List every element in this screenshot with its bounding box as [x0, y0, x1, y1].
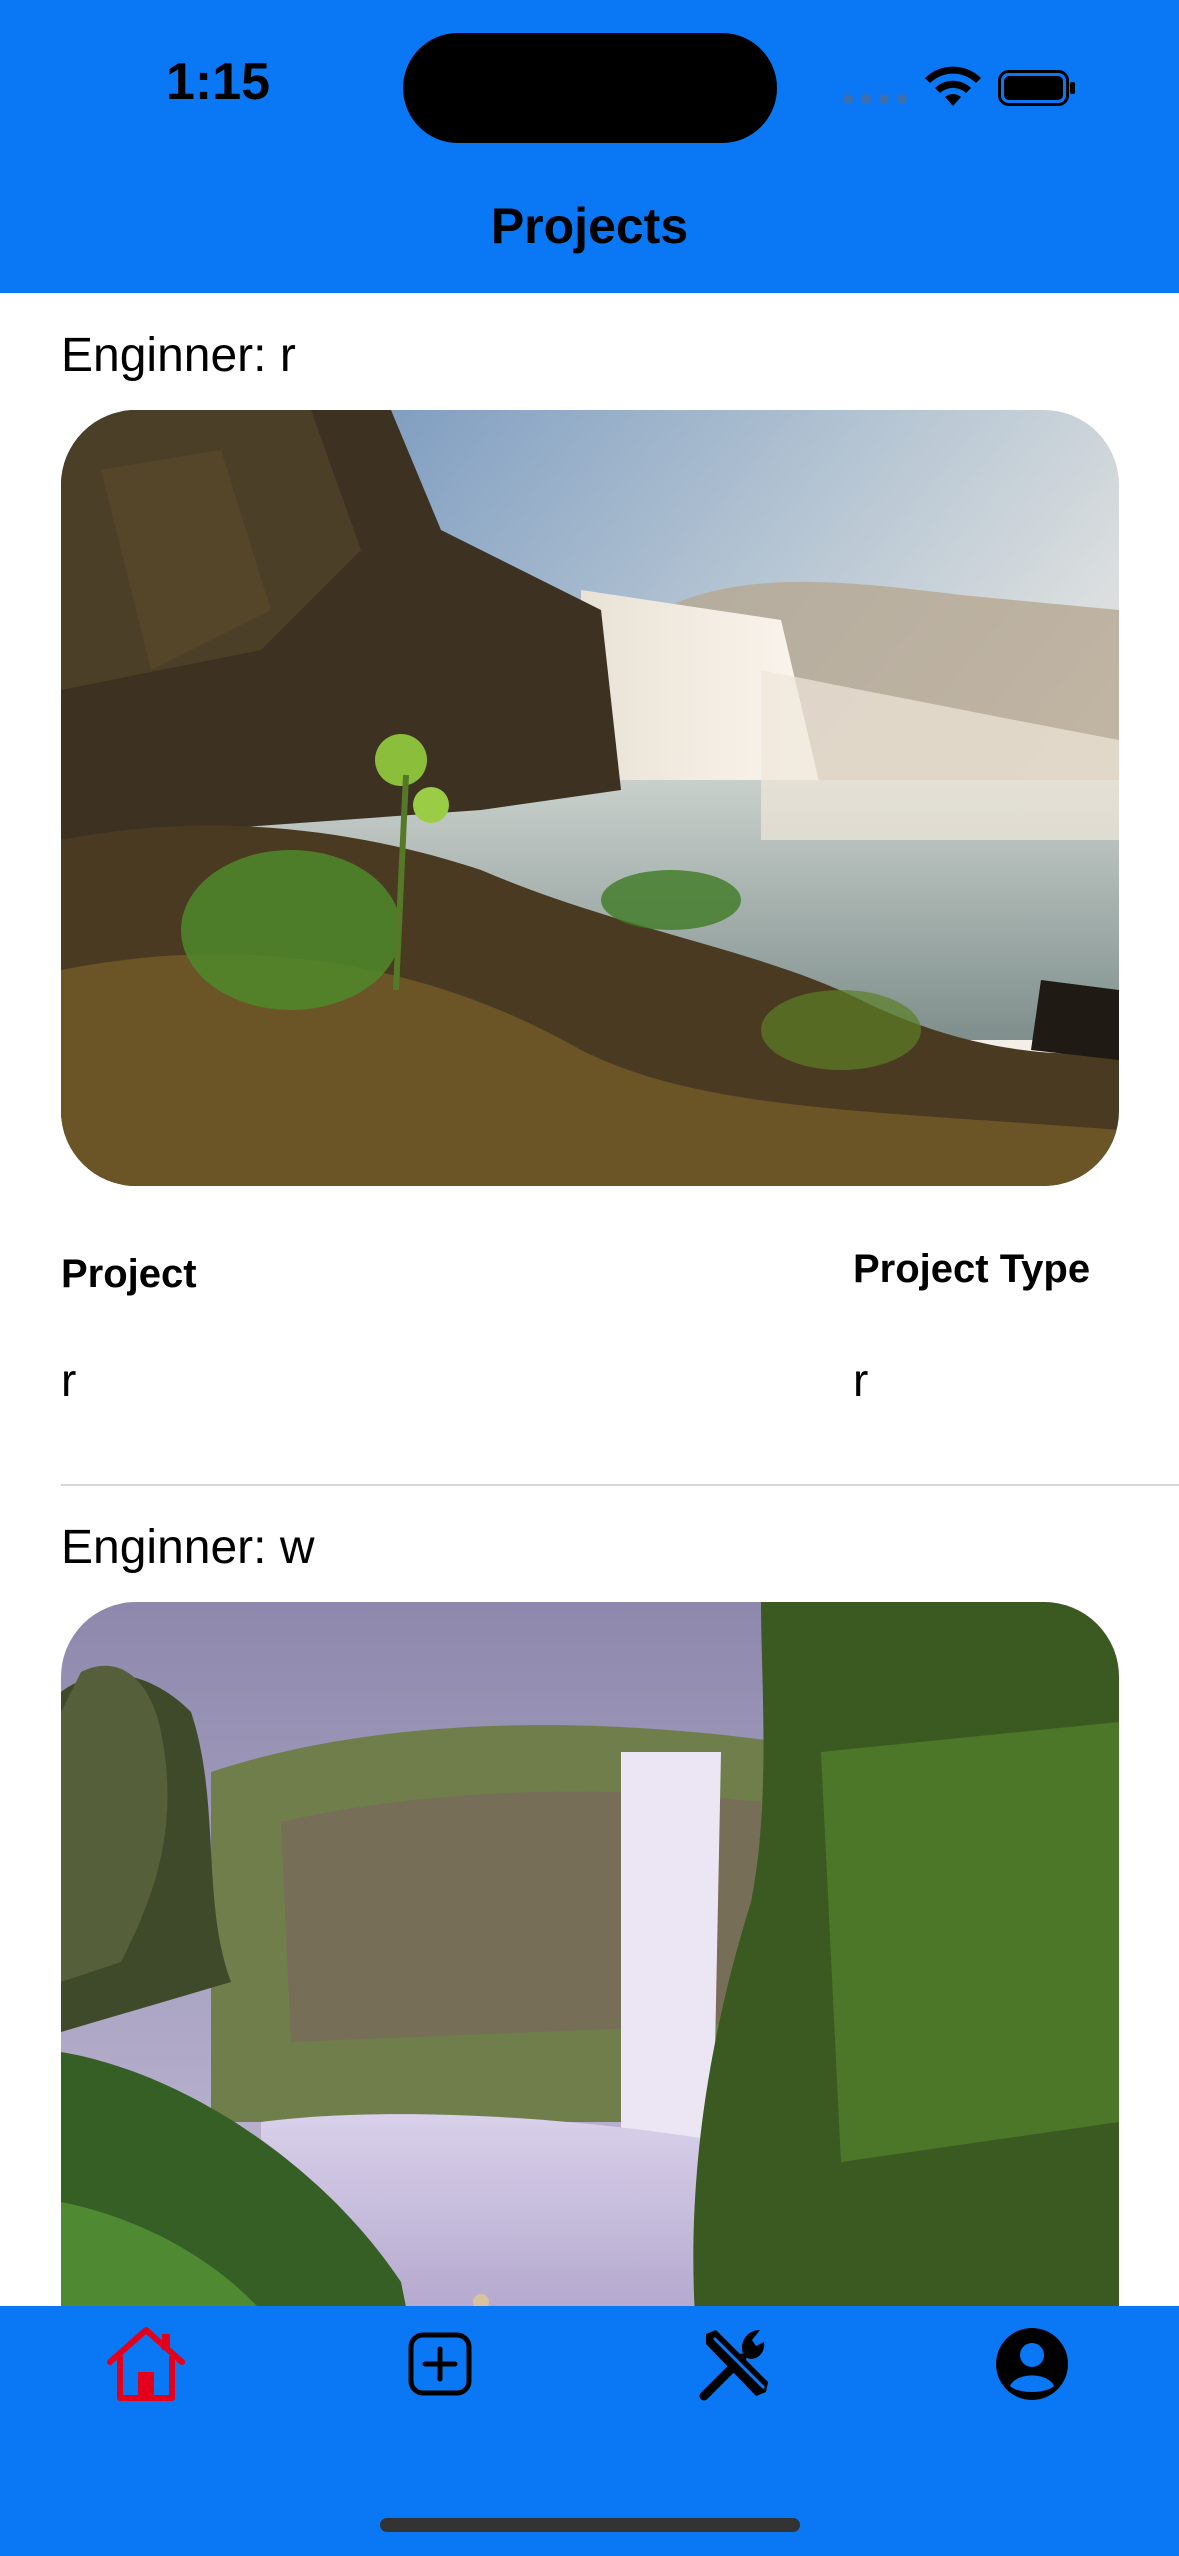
dynamic-island: [403, 33, 777, 143]
wifi-icon: [925, 66, 981, 106]
project-label: Project: [61, 1252, 197, 1296]
project-photo[interactable]: [61, 1602, 1119, 2382]
project-value: r: [61, 1354, 77, 1406]
waterfall-coast-photo: [61, 410, 1119, 1186]
profile-icon[interactable]: [990, 2322, 1074, 2406]
waterfall-canyon-photo: [61, 1602, 1119, 2382]
cellular-signal-icon: [843, 94, 907, 104]
home-icon[interactable]: [104, 2322, 188, 2406]
divider: [61, 1484, 1179, 1486]
project-type-value: r: [853, 1354, 869, 1406]
engineer-label: Enginner: w: [61, 1521, 315, 1574]
project-photo[interactable]: [61, 410, 1119, 1186]
tools-icon[interactable]: [694, 2322, 778, 2406]
project-type-label: Project Type: [853, 1247, 1091, 1291]
plus-square-icon[interactable]: [398, 2322, 482, 2406]
engineer-label: Enginner: r: [61, 329, 296, 382]
home-indicator: [380, 2518, 800, 2532]
status-time: 1:15: [166, 53, 271, 111]
page-title: Projects: [490, 198, 689, 254]
battery-icon: [998, 70, 1075, 106]
